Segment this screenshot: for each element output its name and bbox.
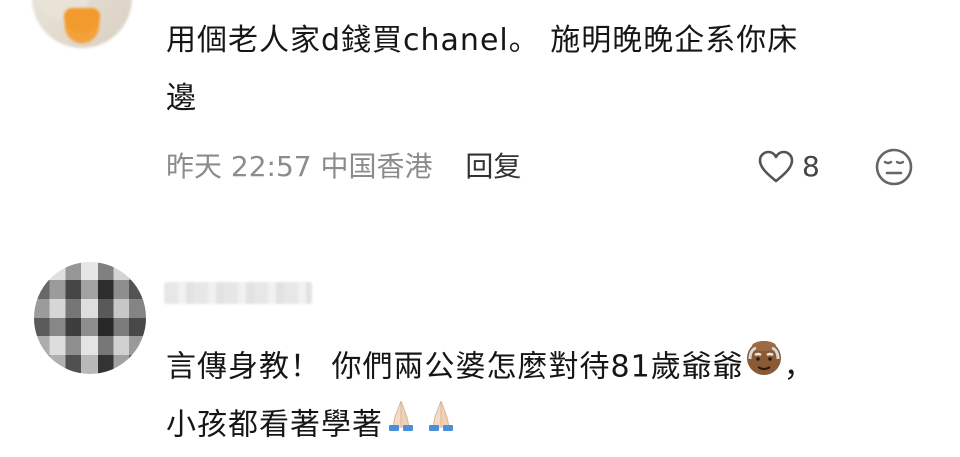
- comment-text-line-1: 言傳身教！ 你們兩公婆怎麼對待81歲爺爺 ，: [166, 340, 815, 396]
- location: 中国香港: [320, 150, 433, 183]
- comment-text-suffix: ，: [783, 349, 815, 385]
- folded-hands-emoji-icon: [423, 397, 459, 449]
- reply-button[interactable]: 回复: [465, 150, 521, 183]
- heart-outline-icon: [758, 150, 794, 183]
- react-button[interactable]: [874, 147, 914, 187]
- neutral-face-icon: [875, 148, 913, 186]
- comment-text-line-1: 用個老人家d錢買chanel。 施明晚晚企系你床: [166, 23, 799, 58]
- username-blurred[interactable]: [164, 282, 312, 304]
- like-count: 8: [802, 150, 820, 183]
- like-button[interactable]: 8: [758, 144, 820, 190]
- avatar[interactable]: [32, 0, 132, 48]
- comment-text-line-2: 小孩都看著學著: [166, 400, 459, 452]
- comment-text-line-2: 邊: [166, 81, 197, 116]
- comment-meta: 昨天 22:57 中国香港 回复: [166, 144, 521, 190]
- comment-text: 言傳身教！ 你們兩公婆怎麼對待81歲爺爺: [166, 349, 744, 385]
- folded-hands-emoji-icon: [383, 397, 419, 449]
- comment-text: 小孩都看著學著: [166, 407, 383, 443]
- avatar[interactable]: [34, 262, 146, 374]
- timestamp: 昨天 22:57: [166, 150, 312, 183]
- old-man-emoji-icon: [744, 337, 784, 393]
